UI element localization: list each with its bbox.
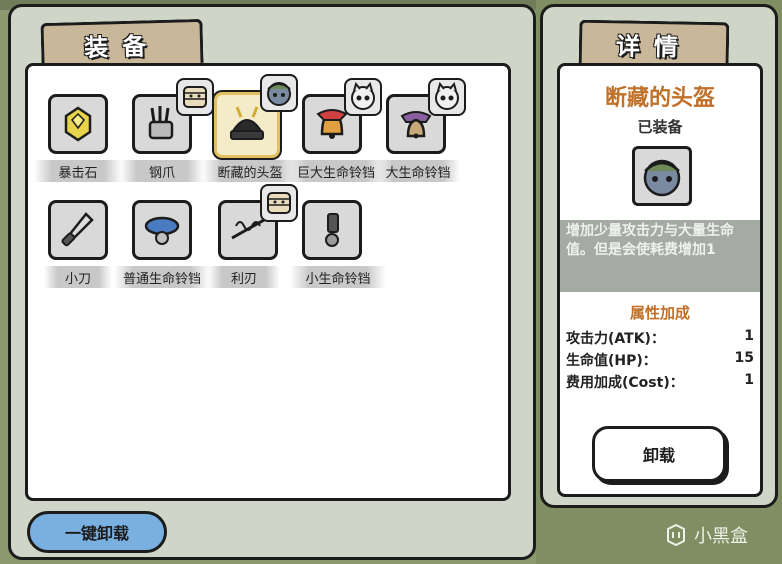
- inventory-slot-8[interactable]: [302, 200, 362, 260]
- knife-icon: [61, 212, 94, 247]
- equipped-character-badge: [260, 184, 298, 222]
- attributes-title: 属性加成: [629, 304, 690, 322]
- cat-character-icon: [435, 81, 459, 110]
- small-bell-icon: [325, 213, 339, 247]
- collar-bell-icon: [144, 216, 180, 245]
- item-label: 小刀: [44, 266, 112, 288]
- mummy-character-icon: [267, 192, 291, 214]
- watermark-text: 小黑盒: [694, 526, 748, 547]
- attribute-row: 费用加成(Cost)： 1: [566, 372, 754, 392]
- xiaoheihe-logo-icon: [667, 523, 685, 547]
- unequip-all-button[interactable]: 一键卸载: [27, 511, 167, 553]
- raccoon-character-icon: [643, 159, 681, 197]
- cat-character-icon: [351, 81, 375, 110]
- item-description: 增加少量攻击力与大量生命值。但是会使耗费增加1: [560, 220, 760, 292]
- attribute-label: 攻击力(ATK)：: [566, 331, 665, 347]
- attribute-row: 攻击力(ATK)： 1: [566, 328, 754, 348]
- item-label: 小生命铃铛: [290, 266, 386, 288]
- item-name: 断藏的头盔: [604, 86, 715, 111]
- equipped-character-badge: [344, 78, 382, 116]
- equipment-tab-title: 装备: [40, 18, 204, 68]
- item-label: 巨大生命铃铛: [286, 160, 386, 182]
- item-label: 暴击石: [34, 160, 122, 182]
- attribute-value: 1: [744, 372, 754, 388]
- item-label: 钢爪: [120, 160, 204, 182]
- item-label: 断藏的头盔: [202, 160, 298, 182]
- gem-icon: [64, 106, 92, 142]
- inventory-slot-5[interactable]: [48, 200, 108, 260]
- item-label: 大生命铃铛: [376, 160, 460, 182]
- raccoon-character-icon: [267, 82, 291, 106]
- unequip-button[interactable]: 卸载: [592, 426, 726, 482]
- attribute-value: 1: [744, 328, 754, 344]
- equipment-panel: 装备 暴击石 钢爪 断藏的头盔 巨大生命铃铛 大生命铃铛 小刀 普通生命铃铛 利…: [8, 4, 536, 560]
- attribute-label: 生命值(HP)：: [566, 353, 657, 369]
- attribute-label: 费用加成(Cost)：: [566, 375, 684, 391]
- item-label: 利刃: [208, 266, 280, 288]
- detail-tab-title: 详情: [578, 19, 730, 67]
- item-label: 普通生命铃铛: [114, 266, 210, 288]
- mummy-character-icon: [183, 86, 207, 108]
- equipped-character-badge: [428, 78, 466, 116]
- attribute-value: 15: [734, 350, 754, 366]
- attribute-row: 生命值(HP)： 15: [566, 350, 754, 370]
- inventory-grid: 暴击石 钢爪 断藏的头盔 巨大生命铃铛 大生命铃铛 小刀 普通生命铃铛 利刃 小…: [25, 63, 511, 501]
- equipped-character-badge: [176, 78, 214, 116]
- equipped-character-portrait: [632, 146, 692, 206]
- watermark: 小黑盒: [664, 520, 774, 550]
- equipped-character-badge: [260, 74, 298, 112]
- equipped-status: 已装备: [637, 118, 683, 136]
- inventory-slot-6[interactable]: [132, 200, 192, 260]
- inventory-slot-0[interactable]: [48, 94, 108, 154]
